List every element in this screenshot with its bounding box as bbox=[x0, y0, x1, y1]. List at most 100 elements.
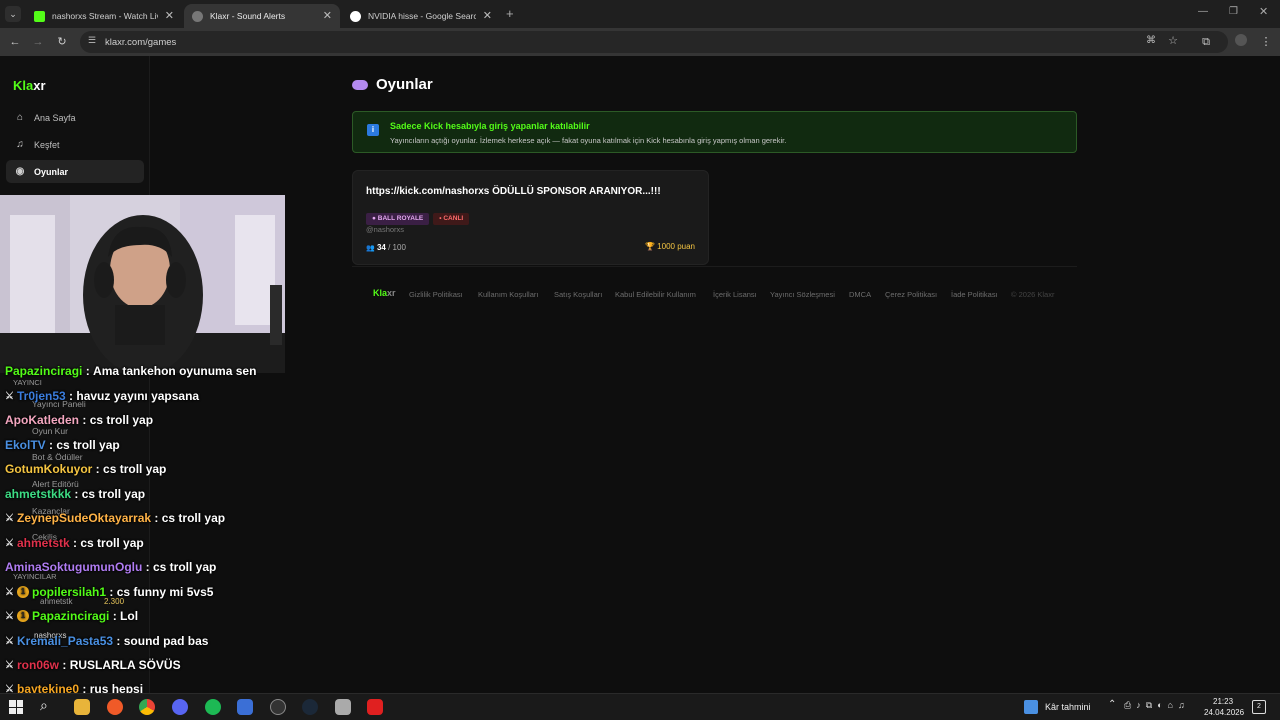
forward-icon[interactable]: → bbox=[30, 34, 46, 50]
footer-link-yayinci[interactable]: Yayıncı Sözleşmesi bbox=[770, 290, 835, 299]
sidebar-item-kesfet[interactable]: ♫ Keşfet bbox=[6, 133, 144, 156]
tab-kick-stream[interactable]: nashorxs Stream - Watch Live o ✕ bbox=[26, 4, 182, 28]
weather-label: Kâr tahmini bbox=[1045, 702, 1091, 712]
chat-message: ⚔ Tr0jen53 : havuz yayını yapsana bbox=[5, 389, 199, 403]
sword-icon: ⚔ bbox=[5, 610, 14, 622]
chat-separator: : bbox=[79, 413, 90, 427]
klaxr-logo[interactable]: Klaxr bbox=[13, 78, 46, 93]
sidebar-item-oyunlar[interactable]: ◉ Oyunlar bbox=[6, 160, 144, 183]
info-icon: i bbox=[367, 124, 379, 136]
tray-icons[interactable]: ⎙♪⧉◐⌂♫ bbox=[1124, 700, 1190, 711]
footer-link-iade[interactable]: İade Politikası bbox=[951, 290, 998, 299]
chat-message: ⚔ 1 Papazinciragi : Lol bbox=[5, 609, 138, 623]
close-tab-icon[interactable]: ✕ bbox=[323, 9, 332, 22]
chat-text: Ama tankehon oyunuma sen bbox=[93, 364, 257, 378]
close-window-icon[interactable]: ✕ bbox=[1259, 5, 1268, 18]
sword-icon: ⚔ bbox=[5, 586, 14, 598]
tab-klaxr[interactable]: Klaxr - Sound Alerts ✕ bbox=[184, 4, 340, 28]
notification-icon[interactable]: 2 bbox=[1252, 700, 1266, 714]
translate-icon[interactable]: ⌘ bbox=[1146, 35, 1156, 46]
back-icon[interactable]: ← bbox=[7, 34, 23, 50]
notification-count: 2 bbox=[1257, 703, 1261, 710]
footer-link-gizlilik[interactable]: Gizlilik Politikası bbox=[409, 290, 463, 299]
gamepad-icon: ◉ bbox=[15, 166, 25, 177]
chat-text: cs troll yap bbox=[81, 487, 146, 501]
tray-chevron-icon[interactable]: ⌃ bbox=[1108, 699, 1116, 710]
tag-canli-label: CANLI bbox=[443, 215, 464, 222]
chrome-icon[interactable] bbox=[139, 699, 155, 715]
obs-icon[interactable] bbox=[270, 699, 286, 715]
footer-link-icerik[interactable]: İçerik Lisansı bbox=[713, 290, 757, 299]
chat-separator: : bbox=[142, 560, 153, 574]
chat-message: AminaSoktugumunOglu : cs troll yap bbox=[5, 560, 216, 574]
chat-text: Lol bbox=[120, 609, 139, 623]
app-icon[interactable] bbox=[335, 699, 351, 715]
sidebar-item-bot-oduller[interactable]: Bot & Ödüller bbox=[32, 452, 83, 462]
youtube-icon[interactable] bbox=[367, 699, 383, 715]
site-info-icon[interactable]: ☰ bbox=[88, 35, 96, 46]
footer-link-cerez[interactable]: Çerez Politikası bbox=[885, 290, 937, 299]
steam-icon[interactable] bbox=[302, 699, 318, 715]
chat-message: EkolTV : cs troll yap bbox=[5, 438, 120, 452]
clock-time[interactable]: 21:23 bbox=[1213, 697, 1233, 706]
notice-title: Sadece Kick hesabıyla giriş yapanlar kat… bbox=[390, 121, 590, 131]
discord-icon[interactable] bbox=[172, 699, 188, 715]
chat-message: Papazinciragi : Ama tankehon oyunuma sen bbox=[5, 364, 256, 378]
profile-avatar-icon[interactable] bbox=[1233, 34, 1249, 50]
chat-text: sound pad bas bbox=[123, 634, 209, 648]
clock-date[interactable]: 24.04.2026 bbox=[1204, 708, 1244, 717]
trophy-icon: 🏆 bbox=[644, 242, 655, 251]
extensions-icon[interactable]: ⧉ bbox=[1198, 34, 1214, 50]
sidebar-item-oyun-kur[interactable]: Oyun Kur bbox=[32, 426, 68, 436]
chat-message: ⚔ 1 popilersilah1 : cs funny mi 5vs5 bbox=[5, 585, 213, 599]
tag-ball-royale: ● BALL ROYALE bbox=[366, 213, 430, 225]
chat-message: ⚔ ahmetstk : cs troll yap bbox=[5, 536, 144, 550]
minimize-window-icon[interactable]: — bbox=[1198, 6, 1208, 17]
footer-link-dmca[interactable]: DMCA bbox=[849, 290, 871, 299]
music-icon: ♫ bbox=[16, 139, 24, 150]
close-tab-icon[interactable]: ✕ bbox=[483, 9, 492, 22]
windows-start-icon[interactable] bbox=[9, 700, 23, 714]
tab-google-search[interactable]: NVIDIA hisse - Google Search ✕ bbox=[342, 4, 500, 28]
game-tags: ● BALL ROYALE • CANLI bbox=[366, 207, 473, 225]
file-explorer-icon[interactable] bbox=[74, 699, 90, 715]
ball-icon: ● bbox=[372, 215, 376, 222]
sidebar-item-ana-sayfa[interactable]: ⌂ Ana Sayfa bbox=[6, 106, 144, 129]
menu-kebab-icon[interactable]: ⋮ bbox=[1258, 34, 1274, 50]
kick-favicon-icon bbox=[34, 10, 45, 22]
home-icon: ⌂ bbox=[16, 112, 24, 123]
address-bar[interactable]: ☰ klaxr.com/games ⌘ ☆ bbox=[80, 31, 1228, 53]
restore-window-icon[interactable]: ❐ bbox=[1229, 6, 1238, 17]
chat-text: havuz yayını yapsana bbox=[76, 389, 200, 403]
chat-text: cs troll yap bbox=[80, 536, 144, 550]
reload-icon[interactable]: ↻ bbox=[54, 34, 70, 50]
chat-username: ron06w bbox=[17, 658, 60, 672]
bookmark-star-icon[interactable]: ☆ bbox=[1168, 34, 1178, 47]
footer-link-kabul[interactable]: Kabul Edilebilir Kullanım bbox=[615, 290, 696, 299]
close-tab-icon[interactable]: ✕ bbox=[165, 9, 174, 22]
sword-icon: ⚔ bbox=[5, 635, 14, 647]
tab-search-icon[interactable]: ⌄ bbox=[5, 6, 21, 22]
users-icon: 👥 bbox=[366, 245, 375, 252]
weather-widget[interactable]: Kâr tahmini bbox=[1024, 700, 1091, 714]
spotify-icon[interactable] bbox=[205, 699, 221, 715]
sword-icon: ⚔ bbox=[5, 390, 14, 402]
kick-login-notice: i Sadece Kick hesabıyla giriş yapanlar k… bbox=[352, 111, 1077, 153]
app-icon[interactable] bbox=[237, 699, 253, 715]
footer-logo[interactable]: Klaxr bbox=[373, 288, 396, 298]
logo-part-b: xr bbox=[33, 78, 46, 93]
footer-link-satis[interactable]: Satış Koşulları bbox=[554, 290, 602, 299]
game-card[interactable]: https://kick.com/nashorxs ÖDÜLLÜ SPONSOR… bbox=[352, 170, 709, 265]
sword-icon: ⚔ bbox=[5, 537, 14, 549]
search-icon[interactable]: ⌕ bbox=[40, 697, 48, 714]
brave-browser-icon[interactable] bbox=[107, 699, 123, 715]
new-tab-button[interactable]: + bbox=[506, 6, 514, 21]
notice-body: Yayıncıların açtığı oyunlar. İzlemek her… bbox=[390, 136, 787, 145]
chat-text: cs funny mi 5vs5 bbox=[116, 585, 214, 599]
chat-message: ahmetstkkk : cs troll yap bbox=[5, 487, 145, 501]
live-dot-icon: • bbox=[439, 215, 442, 222]
footer-link-kullanim[interactable]: Kullanım Koşulları bbox=[478, 290, 538, 299]
tag-canli: • CANLI bbox=[433, 213, 470, 225]
player-count: 👥 34 / 100 bbox=[366, 243, 406, 252]
game-author[interactable]: @nashorxs bbox=[366, 225, 404, 234]
